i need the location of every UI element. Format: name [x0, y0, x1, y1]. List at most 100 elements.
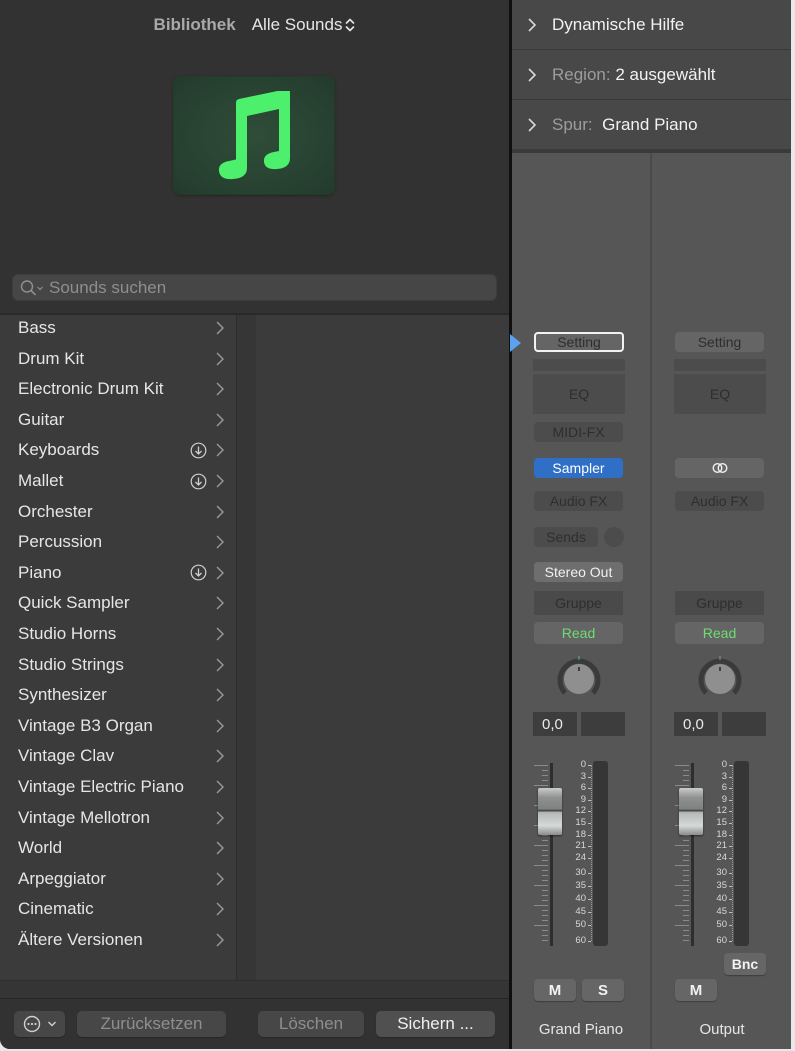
category-item[interactable]: Vintage B3 Organ	[0, 711, 236, 741]
automation-mode-button[interactable]: Read	[534, 622, 623, 644]
meter-scale-label: 40	[716, 892, 727, 904]
category-item[interactable]: Studio Strings	[0, 650, 236, 680]
selected-strip-indicator-icon	[510, 334, 521, 352]
solo-button[interactable]: S	[582, 979, 624, 1001]
fader-tick	[542, 840, 548, 841]
chevron-right-icon	[216, 872, 224, 886]
category-item[interactable]: Bass	[0, 313, 236, 343]
meter-scale-label: 18	[575, 828, 586, 840]
category-item[interactable]: Piano	[0, 558, 236, 588]
midi-fx-slot[interactable]: MIDI-FX	[534, 422, 623, 442]
sound-search-input[interactable]	[49, 277, 469, 298]
category-item[interactable]: Synthesizer	[0, 680, 236, 710]
category-item[interactable]: Studio Horns	[0, 619, 236, 649]
category-item[interactable]: Vintage Electric Piano	[0, 772, 236, 802]
fader-tick	[542, 880, 548, 881]
library-header: Bibliothek Alle Sounds	[0, 12, 509, 38]
chevron-right-icon	[216, 566, 224, 580]
section-key: Region:	[552, 64, 611, 84]
fader-tick	[534, 885, 548, 886]
category-label: Guitar	[18, 409, 65, 429]
delete-button[interactable]: Löschen	[258, 1011, 364, 1037]
setting-button[interactable]: Setting	[534, 332, 624, 352]
pan-knob[interactable]	[695, 654, 745, 704]
more-actions-button[interactable]	[14, 1011, 65, 1037]
up-down-chevron-icon	[346, 18, 355, 32]
audio-fx-slot[interactable]: Audio FX	[675, 491, 764, 511]
stereo-link-button[interactable]	[675, 458, 764, 478]
peak-readout[interactable]	[581, 712, 625, 736]
patch-icon-tile[interactable]	[174, 77, 334, 194]
meter-scale-label: 9	[580, 793, 586, 805]
inspector-section-region[interactable]: Region: 2 ausgewählt	[512, 50, 791, 100]
sound-search-field[interactable]	[12, 274, 497, 301]
category-item[interactable]: Drum Kit	[0, 344, 236, 374]
chevron-down-icon	[47, 1021, 56, 1027]
category-item[interactable]: Quick Sampler	[0, 588, 236, 618]
fader-tick	[542, 835, 548, 836]
fader-tick	[683, 910, 689, 911]
peak-readout[interactable]	[722, 712, 766, 736]
download-icon[interactable]	[190, 564, 207, 581]
volume-readout[interactable]: 0,0	[674, 712, 718, 736]
instrument-slot[interactable]: Sampler	[534, 458, 623, 478]
automation-mode-button[interactable]: Read	[675, 622, 764, 644]
category-label: Electronic Drum Kit	[18, 379, 164, 399]
category-item[interactable]: Guitar	[0, 405, 236, 435]
category-item[interactable]: Percussion	[0, 527, 236, 557]
chevron-right-icon	[216, 688, 224, 702]
fader-tick	[683, 880, 689, 881]
category-item[interactable]: Vintage Mellotron	[0, 803, 236, 833]
category-label: Synthesizer	[18, 685, 107, 705]
meter-scale-line	[732, 765, 733, 941]
fader-tick	[542, 860, 548, 861]
column-separator[interactable]	[236, 315, 256, 980]
category-item[interactable]: Electronic Drum Kit	[0, 374, 236, 404]
category-item[interactable]: Keyboards	[0, 435, 236, 465]
fader-cap[interactable]	[538, 788, 562, 835]
download-icon[interactable]	[190, 442, 207, 459]
download-icon[interactable]	[190, 473, 207, 490]
send-level-knob[interactable]	[604, 527, 624, 547]
category-item[interactable]: Mallet	[0, 466, 236, 496]
category-item[interactable]: Cinematic	[0, 894, 236, 924]
volume-fader[interactable]: 0 3 6 9 12 15 18 21 24 30 35 40 45 50 60	[675, 759, 775, 950]
library-panel: Bibliothek Alle Sounds Bass Drum Kit Elect…	[0, 0, 509, 1049]
channel-strip-name[interactable]: Grand Piano	[512, 1021, 650, 1038]
chevron-right-icon	[216, 841, 224, 855]
category-item[interactable]: Ältere Versionen	[0, 925, 236, 955]
fader-cap[interactable]	[679, 788, 703, 835]
audio-fx-slot[interactable]: Audio FX	[534, 491, 623, 511]
fader-tick	[683, 840, 689, 841]
pan-knob[interactable]	[554, 654, 604, 704]
inspector-section-quick-help[interactable]: Dynamische Hilfe	[512, 0, 791, 50]
volume-readout[interactable]: 0,0	[533, 712, 577, 736]
mute-button[interactable]: M	[675, 979, 717, 1001]
category-item[interactable]: Vintage Clav	[0, 741, 236, 771]
channel-strip-name[interactable]: Output	[653, 1021, 791, 1038]
meter-scale-label: 50	[716, 918, 727, 930]
inspector-panel: Dynamische Hilfe Region: 2 ausgewählt Sp…	[512, 0, 791, 1049]
output-slot[interactable]: Stereo Out	[534, 562, 623, 582]
setting-button[interactable]: Setting	[675, 332, 764, 352]
fader-tick	[683, 915, 689, 916]
mute-button[interactable]: M	[534, 979, 576, 1001]
category-label: Vintage Clav	[18, 746, 115, 766]
category-item[interactable]: Arpeggiator	[0, 864, 236, 894]
section-title: Dynamische Hilfe	[552, 14, 685, 34]
category-list: Bass Drum Kit Electronic Drum Kit Guitar Key…	[0, 315, 236, 980]
music-note-icon	[218, 90, 290, 179]
category-item[interactable]: World	[0, 833, 236, 863]
bounce-button[interactable]: Bnc	[724, 953, 766, 975]
eq-display[interactable]: EQ	[674, 374, 766, 414]
save-button[interactable]: Sichern ...	[376, 1011, 495, 1037]
category-item[interactable]: Orchester	[0, 497, 236, 527]
sound-filter-popup[interactable]: Alle Sounds	[252, 15, 356, 35]
group-slot[interactable]: Gruppe	[534, 591, 623, 615]
volume-fader[interactable]: 0 3 6 9 12 15 18 21 24 30 35 40 45 50 60	[534, 759, 634, 950]
eq-display[interactable]: EQ	[533, 374, 625, 414]
reset-button[interactable]: Zurücksetzen	[77, 1011, 226, 1037]
sends-slot[interactable]: Sends	[534, 527, 598, 547]
inspector-section-track[interactable]: Spur: Grand Piano	[512, 100, 791, 150]
group-slot[interactable]: Gruppe	[675, 591, 764, 615]
